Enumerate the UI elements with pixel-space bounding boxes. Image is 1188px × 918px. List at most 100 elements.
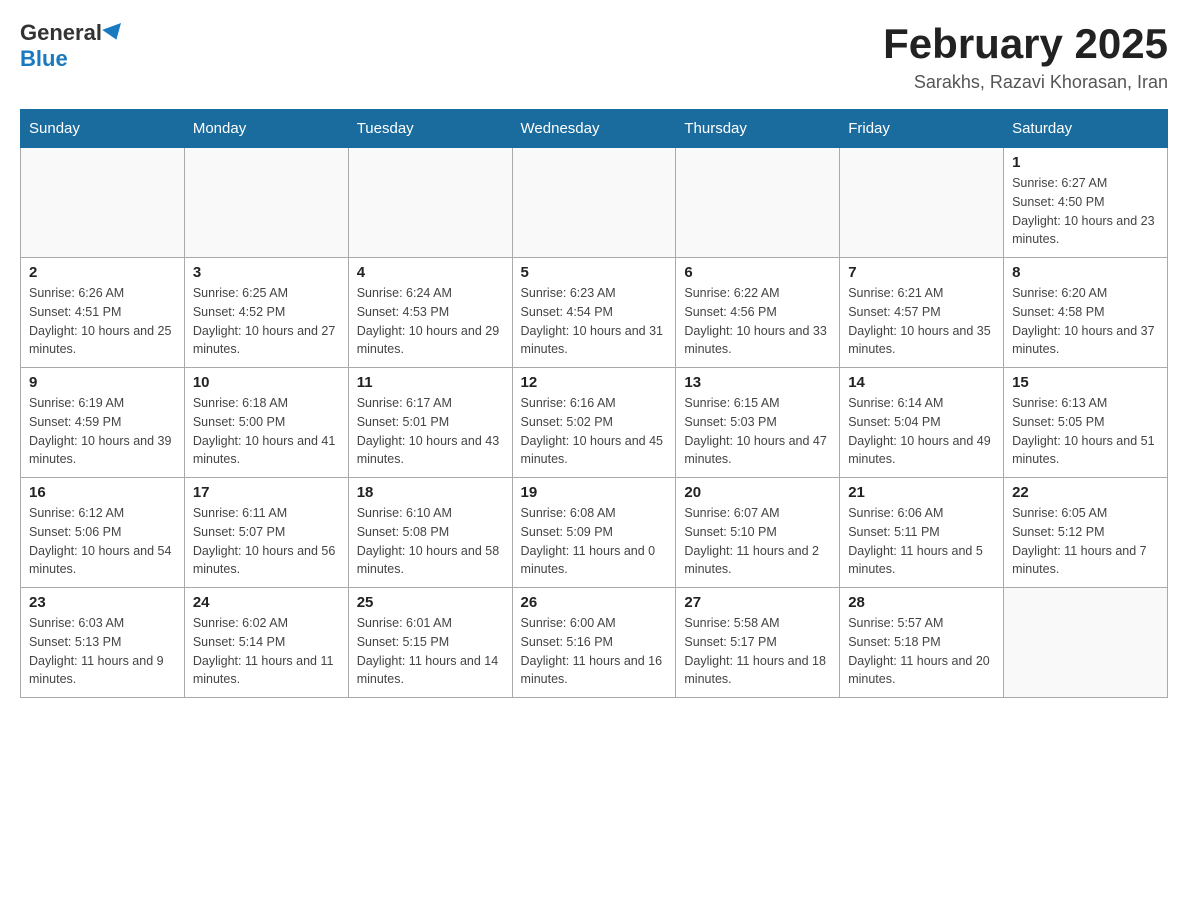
- day-info: Sunrise: 6:19 AMSunset: 4:59 PMDaylight:…: [29, 394, 176, 469]
- header-cell-friday: Friday: [840, 110, 1004, 148]
- day-number: 9: [29, 374, 176, 391]
- day-cell: [21, 148, 185, 258]
- day-info: Sunrise: 6:13 AMSunset: 5:05 PMDaylight:…: [1012, 394, 1159, 469]
- day-cell: [676, 148, 840, 258]
- day-info: Sunrise: 6:21 AMSunset: 4:57 PMDaylight:…: [848, 284, 995, 359]
- day-info: Sunrise: 5:57 AMSunset: 5:18 PMDaylight:…: [848, 614, 995, 689]
- day-number: 7: [848, 264, 995, 281]
- day-cell: 13 Sunrise: 6:15 AMSunset: 5:03 PMDayligh…: [676, 368, 840, 478]
- day-cell: 7 Sunrise: 6:21 AMSunset: 4:57 PMDaylight…: [840, 258, 1004, 368]
- week-row-2: 2 Sunrise: 6:26 AMSunset: 4:51 PMDaylight…: [21, 258, 1168, 368]
- day-cell: 10 Sunrise: 6:18 AMSunset: 5:00 PMDayligh…: [184, 368, 348, 478]
- day-cell: 18 Sunrise: 6:10 AMSunset: 5:08 PMDayligh…: [348, 478, 512, 588]
- day-info: Sunrise: 6:03 AMSunset: 5:13 PMDaylight:…: [29, 614, 176, 689]
- day-cell: 14Sunrise: 6:14 AMSunset: 5:04 PMDayligh…: [840, 368, 1004, 478]
- day-number: 15: [1012, 374, 1159, 391]
- week-row-1: 1 Sunrise: 6:27 AMSunset: 4:50 PMDaylight…: [21, 148, 1168, 258]
- month-title: February 2025: [883, 20, 1168, 68]
- day-number: 19: [521, 484, 668, 501]
- day-cell: 22Sunrise: 6:05 AMSunset: 5:12 PMDayligh…: [1004, 478, 1168, 588]
- day-cell: 11 Sunrise: 6:17 AMSunset: 5:01 PMDayligh…: [348, 368, 512, 478]
- day-cell: 21 Sunrise: 6:06 AMSunset: 5:11 PMDayligh…: [840, 478, 1004, 588]
- day-cell: 23 Sunrise: 6:03 AMSunset: 5:13 PMDayligh…: [21, 588, 185, 698]
- day-info: Sunrise: 6:27 AMSunset: 4:50 PMDaylight:…: [1012, 174, 1159, 249]
- week-row-4: 16Sunrise: 6:12 AMSunset: 5:06 PMDayligh…: [21, 478, 1168, 588]
- day-info: Sunrise: 6:24 AMSunset: 4:53 PMDaylight:…: [357, 284, 504, 359]
- day-cell: 26 Sunrise: 6:00 AMSunset: 5:16 PMDayligh…: [512, 588, 676, 698]
- day-info: Sunrise: 6:20 AMSunset: 4:58 PMDaylight:…: [1012, 284, 1159, 359]
- day-info: Sunrise: 6:17 AMSunset: 5:01 PMDaylight:…: [357, 394, 504, 469]
- day-info: Sunrise: 6:02 AMSunset: 5:14 PMDaylight:…: [193, 614, 340, 689]
- day-cell: 25 Sunrise: 6:01 AMSunset: 5:15 PMDayligh…: [348, 588, 512, 698]
- day-cell: 9 Sunrise: 6:19 AMSunset: 4:59 PMDaylight…: [21, 368, 185, 478]
- day-cell: [512, 148, 676, 258]
- week-row-3: 9 Sunrise: 6:19 AMSunset: 4:59 PMDaylight…: [21, 368, 1168, 478]
- day-info: Sunrise: 6:01 AMSunset: 5:15 PMDaylight:…: [357, 614, 504, 689]
- header-cell-sunday: Sunday: [21, 110, 185, 148]
- day-number: 24: [193, 594, 340, 611]
- day-cell: 15 Sunrise: 6:13 AMSunset: 5:05 PMDayligh…: [1004, 368, 1168, 478]
- day-info: Sunrise: 6:06 AMSunset: 5:11 PMDaylight:…: [848, 504, 995, 579]
- day-number: 2: [29, 264, 176, 281]
- day-info: Sunrise: 6:16 AMSunset: 5:02 PMDaylight:…: [521, 394, 668, 469]
- day-cell: 16Sunrise: 6:12 AMSunset: 5:06 PMDayligh…: [21, 478, 185, 588]
- day-cell: [1004, 588, 1168, 698]
- day-cell: 8 Sunrise: 6:20 AMSunset: 4:58 PMDaylight…: [1004, 258, 1168, 368]
- day-cell: 1 Sunrise: 6:27 AMSunset: 4:50 PMDaylight…: [1004, 148, 1168, 258]
- day-number: 13: [684, 374, 831, 391]
- day-number: 21: [848, 484, 995, 501]
- calendar-header: SundayMondayTuesdayWednesdayThursdayFrid…: [21, 110, 1168, 148]
- day-number: 23: [29, 594, 176, 611]
- day-info: Sunrise: 6:12 AMSunset: 5:06 PMDaylight:…: [29, 504, 176, 579]
- day-number: 20: [684, 484, 831, 501]
- day-number: 10: [193, 374, 340, 391]
- day-number: 6: [684, 264, 831, 281]
- day-info: Sunrise: 6:14 AMSunset: 5:04 PMDaylight:…: [848, 394, 995, 469]
- day-info: Sunrise: 6:18 AMSunset: 5:00 PMDaylight:…: [193, 394, 340, 469]
- day-info: Sunrise: 6:08 AMSunset: 5:09 PMDaylight:…: [521, 504, 668, 579]
- day-number: 17: [193, 484, 340, 501]
- day-number: 1: [1012, 154, 1159, 171]
- logo-general-text: General: [20, 20, 102, 46]
- day-cell: 12 Sunrise: 6:16 AMSunset: 5:02 PMDayligh…: [512, 368, 676, 478]
- day-info: Sunrise: 6:22 AMSunset: 4:56 PMDaylight:…: [684, 284, 831, 359]
- day-number: 22: [1012, 484, 1159, 501]
- logo-blue-text: Blue: [20, 46, 68, 72]
- title-section: February 2025 Sarakhs, Razavi Khorasan, …: [883, 20, 1168, 93]
- header-cell-monday: Monday: [184, 110, 348, 148]
- day-info: Sunrise: 6:11 AMSunset: 5:07 PMDaylight:…: [193, 504, 340, 579]
- day-info: Sunrise: 6:15 AMSunset: 5:03 PMDaylight:…: [684, 394, 831, 469]
- day-cell: 28 Sunrise: 5:57 AMSunset: 5:18 PMDayligh…: [840, 588, 1004, 698]
- day-number: 11: [357, 374, 504, 391]
- day-number: 26: [521, 594, 668, 611]
- day-number: 25: [357, 594, 504, 611]
- day-info: Sunrise: 5:58 AMSunset: 5:17 PMDaylight:…: [684, 614, 831, 689]
- page-header: General Blue February 2025 Sarakhs, Raza…: [20, 20, 1168, 93]
- day-info: Sunrise: 6:07 AMSunset: 5:10 PMDaylight:…: [684, 504, 831, 579]
- calendar-body: 1 Sunrise: 6:27 AMSunset: 4:50 PMDaylight…: [21, 148, 1168, 698]
- day-number: 8: [1012, 264, 1159, 281]
- day-number: 3: [193, 264, 340, 281]
- day-cell: 6 Sunrise: 6:22 AMSunset: 4:56 PMDaylight…: [676, 258, 840, 368]
- day-cell: [840, 148, 1004, 258]
- day-cell: 20 Sunrise: 6:07 AMSunset: 5:10 PMDayligh…: [676, 478, 840, 588]
- day-cell: [184, 148, 348, 258]
- logo: General Blue: [20, 20, 124, 72]
- day-cell: 2 Sunrise: 6:26 AMSunset: 4:51 PMDaylight…: [21, 258, 185, 368]
- logo-triangle-icon: [102, 23, 126, 43]
- day-info: Sunrise: 6:23 AMSunset: 4:54 PMDaylight:…: [521, 284, 668, 359]
- day-cell: [348, 148, 512, 258]
- day-cell: 19 Sunrise: 6:08 AMSunset: 5:09 PMDayligh…: [512, 478, 676, 588]
- day-cell: 3Sunrise: 6:25 AMSunset: 4:52 PMDaylight…: [184, 258, 348, 368]
- day-cell: 27 Sunrise: 5:58 AMSunset: 5:17 PMDayligh…: [676, 588, 840, 698]
- header-cell-tuesday: Tuesday: [348, 110, 512, 148]
- day-info: Sunrise: 6:10 AMSunset: 5:08 PMDaylight:…: [357, 504, 504, 579]
- day-number: 5: [521, 264, 668, 281]
- day-number: 18: [357, 484, 504, 501]
- day-number: 28: [848, 594, 995, 611]
- day-number: 12: [521, 374, 668, 391]
- day-info: Sunrise: 6:26 AMSunset: 4:51 PMDaylight:…: [29, 284, 176, 359]
- day-number: 27: [684, 594, 831, 611]
- header-cell-thursday: Thursday: [676, 110, 840, 148]
- day-info: Sunrise: 6:00 AMSunset: 5:16 PMDaylight:…: [521, 614, 668, 689]
